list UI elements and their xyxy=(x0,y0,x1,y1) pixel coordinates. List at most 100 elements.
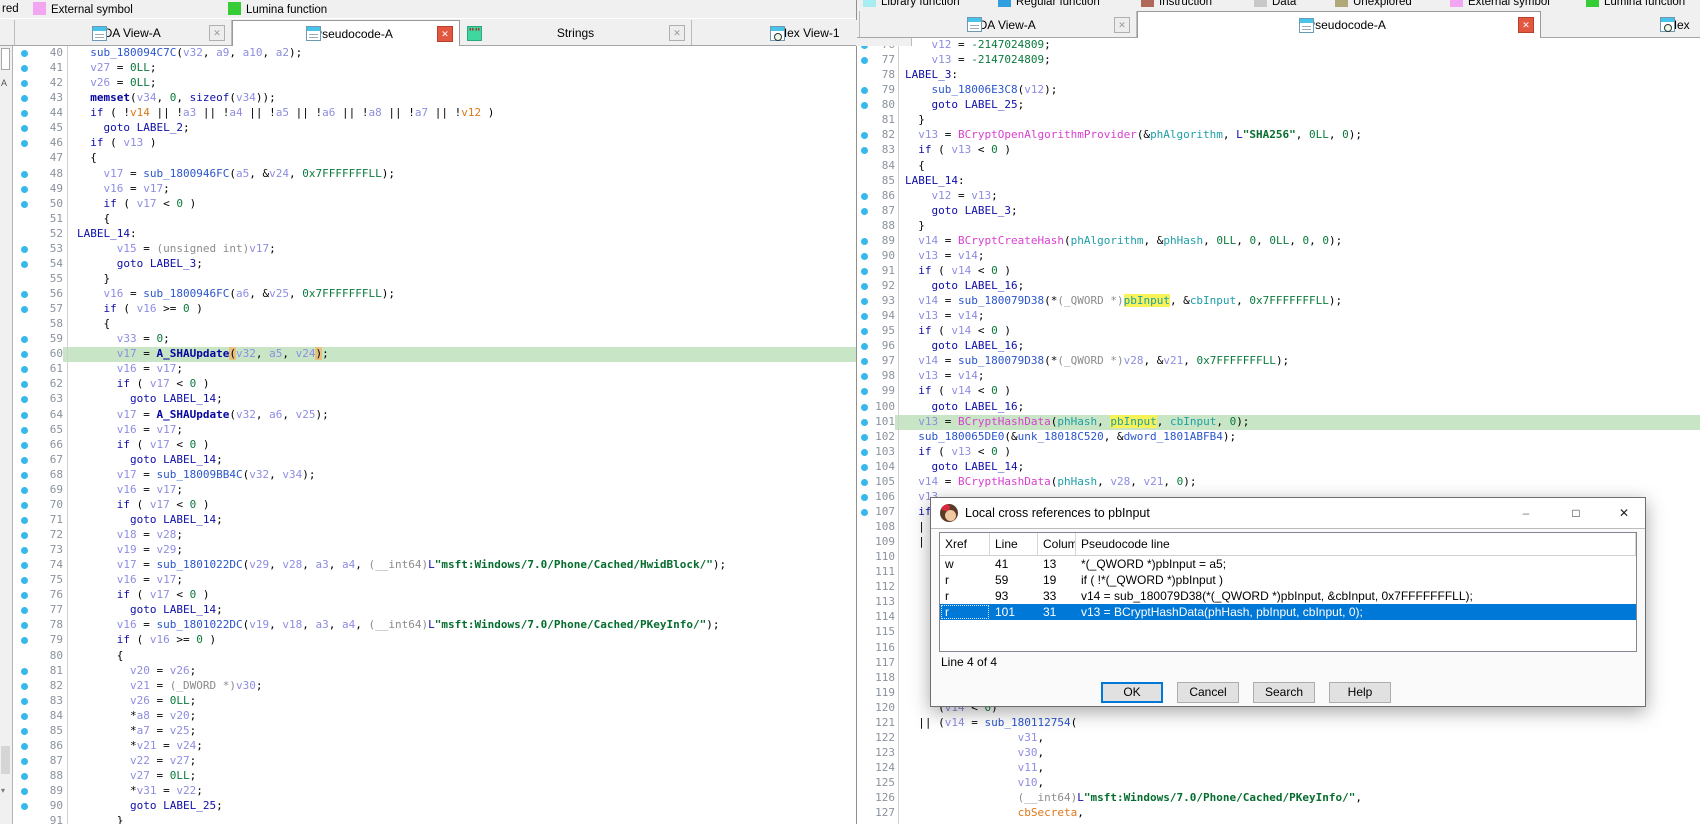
code-line[interactable]: 67 goto LABEL_14; xyxy=(0,453,856,468)
dialog-title-bar[interactable]: Local cross references to pbInput – □ ✕ xyxy=(931,498,1645,529)
panel-fragment-scroll[interactable] xyxy=(1,746,10,774)
code-line[interactable]: 50 if ( v17 < 0 ) xyxy=(0,197,856,212)
code-line[interactable]: 121 || (v14 = sub_180112754( xyxy=(857,716,1700,731)
code-line[interactable]: 103 if ( v13 < 0 ) xyxy=(857,445,1700,460)
code-line[interactable]: 127 cbSecreta, xyxy=(857,806,1700,821)
column-header-xref[interactable]: Xref xyxy=(940,533,990,555)
code-line[interactable]: 53 v15 = (unsigned int)v17; xyxy=(0,242,856,257)
code-line[interactable]: 91 } xyxy=(0,814,856,824)
code-line[interactable]: 87 v22 = v27; xyxy=(0,754,856,769)
code-line[interactable]: 94 v13 = v14; xyxy=(857,309,1700,324)
code-line[interactable]: 80 goto LABEL_25; xyxy=(857,98,1700,113)
close-icon[interactable]: ✕ xyxy=(1609,503,1639,523)
code-line[interactable]: 52LABEL_14: xyxy=(0,227,856,242)
code-line[interactable]: 82 v21 = (_DWORD *)v30; xyxy=(0,679,856,694)
xref-row[interactable]: w4113*(_QWORD *)pbInput = a5; xyxy=(940,556,1636,572)
xref-row[interactable]: r5919if ( !*(_QWORD *)pbInput ) xyxy=(940,572,1636,588)
code-line[interactable]: 68 v17 = sub_18009BB4C(v32, v34); xyxy=(0,468,856,483)
code-line[interactable]: 51 { xyxy=(0,212,856,227)
xref-row[interactable]: r9333v14 = sub_180079D38(*(_QWORD *)pbIn… xyxy=(940,588,1636,604)
code-line[interactable]: 76 v12 = -2147024809; xyxy=(857,38,1700,53)
code-line[interactable]: 105 v14 = BCryptHashData(phHash, v28, v2… xyxy=(857,475,1700,490)
code-line[interactable]: 66 if ( v17 < 0 ) xyxy=(0,438,856,453)
code-line[interactable]: 93 v14 = sub_180079D38(*(_QWORD *)pbInpu… xyxy=(857,294,1700,309)
code-line[interactable]: 78LABEL_3: xyxy=(857,68,1700,83)
code-line[interactable]: 90 goto LABEL_25; xyxy=(0,799,856,814)
code-line[interactable]: 97 v14 = sub_180079D38(*(_QWORD *)v28, &… xyxy=(857,354,1700,369)
code-line[interactable]: 59 v33 = 0; xyxy=(0,332,856,347)
code-line[interactable]: 57 if ( v16 >= 0 ) xyxy=(0,302,856,317)
minimize-icon[interactable]: – xyxy=(1511,503,1541,523)
code-line[interactable]: 74 v17 = sub_1801022DC(v29, v28, a3, a4,… xyxy=(0,558,856,573)
code-line[interactable]: 71 goto LABEL_14; xyxy=(0,513,856,528)
code-line[interactable]: 77 goto LABEL_14; xyxy=(0,603,856,618)
code-line[interactable]: 69 v16 = v17; xyxy=(0,483,856,498)
code-line[interactable]: 126 (__int64)L"msft:Windows/7.0/Phone/Ca… xyxy=(857,791,1700,806)
xref-row[interactable]: r10131v13 = BCryptHashData(phHash, pbInp… xyxy=(940,604,1636,620)
code-line[interactable]: 123 v30, xyxy=(857,746,1700,761)
code-line[interactable]: 58 { xyxy=(0,317,856,332)
tab-hex[interactable]: Hex xyxy=(1541,11,1700,38)
code-line[interactable]: 62 if ( v17 < 0 ) xyxy=(0,377,856,392)
close-tab-icon[interactable]: ✕ xyxy=(437,26,453,42)
code-line[interactable]: 63 goto LABEL_14; xyxy=(0,392,856,407)
code-line[interactable]: 85LABEL_14: xyxy=(857,174,1700,189)
tab-strings[interactable]: ""Strings✕ xyxy=(460,20,692,46)
column-header-column[interactable]: Column xyxy=(1038,533,1076,555)
code-line[interactable]: 60 v17 = A_SHAUpdate(v32, a5, v24); xyxy=(0,347,856,362)
search-button[interactable]: Search xyxy=(1253,682,1315,703)
code-line[interactable]: 42 v26 = 0LL; xyxy=(0,76,856,91)
code-line[interactable]: 96 goto LABEL_16; xyxy=(857,339,1700,354)
code-line[interactable]: 122 v31, xyxy=(857,731,1700,746)
code-line[interactable]: 82 v13 = BCryptOpenAlgorithmProvider(&ph… xyxy=(857,128,1700,143)
code-line[interactable]: 48 v17 = sub_1800946FC(a5, &v24, 0x7FFFF… xyxy=(0,167,856,182)
code-line[interactable]: 56 v16 = sub_1800946FC(a6, &v25, 0x7FFFF… xyxy=(0,287,856,302)
code-line[interactable]: 91 if ( v14 < 0 ) xyxy=(857,264,1700,279)
code-line[interactable]: 98 v13 = v14; xyxy=(857,369,1700,384)
column-header-line[interactable]: Line xyxy=(990,533,1038,555)
code-line[interactable]: 61 v16 = v17; xyxy=(0,362,856,377)
code-line[interactable]: 40 sub_180094C7C(v32, a9, a10, a2); xyxy=(0,46,856,61)
help-button[interactable]: Help xyxy=(1329,682,1391,703)
close-tab-icon[interactable]: ✕ xyxy=(669,25,685,41)
close-tab-icon[interactable]: ✕ xyxy=(209,25,225,41)
code-line[interactable]: 83 if ( v13 < 0 ) xyxy=(857,143,1700,158)
code-line[interactable]: 124 v11, xyxy=(857,761,1700,776)
code-line[interactable]: 45 goto LABEL_2; xyxy=(0,121,856,136)
close-tab-icon[interactable]: ✕ xyxy=(1518,17,1534,33)
code-line[interactable]: 49 v16 = v17; xyxy=(0,182,856,197)
maximize-icon[interactable]: □ xyxy=(1561,503,1591,523)
left-code-area[interactable]: 40 sub_180094C7C(v32, a9, a10, a2);41 v2… xyxy=(0,46,856,824)
cancel-button[interactable]: Cancel xyxy=(1177,682,1239,703)
code-line[interactable]: 87 goto LABEL_3; xyxy=(857,204,1700,219)
code-line[interactable]: 125 v10, xyxy=(857,776,1700,791)
code-line[interactable]: 65 v16 = v17; xyxy=(0,423,856,438)
code-line[interactable]: 76 if ( v17 < 0 ) xyxy=(0,588,856,603)
tab-ida-view-a[interactable]: IDA View-A✕ xyxy=(14,20,232,46)
tab-pseudocode-a[interactable]: Pseudocode-A✕ xyxy=(232,20,460,46)
code-line[interactable]: 73 v19 = v29; xyxy=(0,543,856,558)
close-tab-icon[interactable]: ✕ xyxy=(1114,17,1130,33)
code-line[interactable]: 100 goto LABEL_16; xyxy=(857,400,1700,415)
code-line[interactable]: 43 memset(v34, 0, sizeof(v34)); xyxy=(0,91,856,106)
scroll-arrow-icon[interactable]: ▾ xyxy=(1,786,5,795)
code-line[interactable]: 83 v26 = 0LL; xyxy=(0,694,856,709)
code-line[interactable]: 84 { xyxy=(857,159,1700,174)
code-line[interactable]: 79 sub_18006E3C8(v12); xyxy=(857,83,1700,98)
code-line[interactable]: 86 *v21 = v24; xyxy=(0,739,856,754)
code-line[interactable]: 92 goto LABEL_16; xyxy=(857,279,1700,294)
code-line[interactable]: 47 { xyxy=(0,151,856,166)
code-line[interactable]: 81 v20 = v26; xyxy=(0,664,856,679)
code-line[interactable]: 99 if ( v14 < 0 ) xyxy=(857,384,1700,399)
code-line[interactable]: 54 goto LABEL_3; xyxy=(0,257,856,272)
code-line[interactable]: 79 if ( v16 >= 0 ) xyxy=(0,633,856,648)
code-line[interactable]: 104 goto LABEL_14; xyxy=(857,460,1700,475)
column-header-pseudocode-line[interactable]: Pseudocode line xyxy=(1076,533,1636,555)
code-line[interactable]: 70 if ( v17 < 0 ) xyxy=(0,498,856,513)
code-line[interactable]: 86 v12 = v13; xyxy=(857,189,1700,204)
code-line[interactable]: 55 } xyxy=(0,272,856,287)
code-line[interactable]: 75 v16 = v17; xyxy=(0,573,856,588)
code-line[interactable]: 80 { xyxy=(0,649,856,664)
code-line[interactable]: 90 v13 = v14; xyxy=(857,249,1700,264)
code-line[interactable]: 77 v13 = -2147024809; xyxy=(857,53,1700,68)
